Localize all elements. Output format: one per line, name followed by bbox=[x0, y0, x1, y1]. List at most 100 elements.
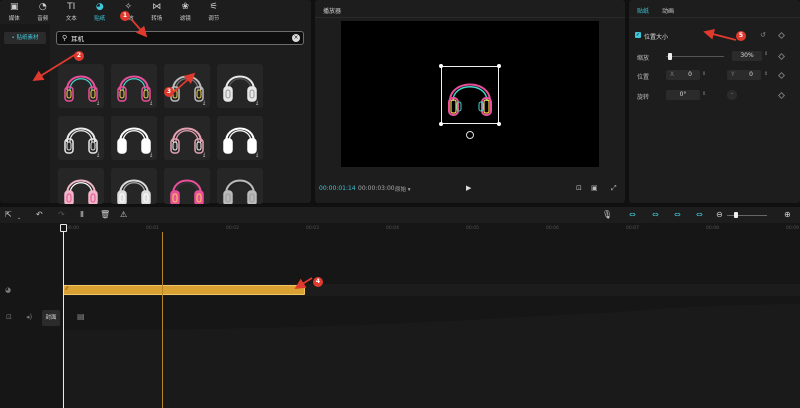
freeze-icon[interactable]: ⚠ bbox=[120, 210, 127, 220]
reset-icon[interactable]: ↺ bbox=[760, 31, 766, 39]
zoom-in-icon[interactable]: ⊕ bbox=[784, 210, 791, 220]
redo-icon[interactable]: ↷ bbox=[58, 210, 65, 220]
ratio-dropdown[interactable]: 原始 ▾ bbox=[395, 185, 411, 193]
download-icon[interactable]: ⤓ bbox=[150, 101, 155, 106]
select-tool-dropdown-icon[interactable]: ⌄ bbox=[17, 213, 21, 223]
sticker-item[interactable]: ⤓ bbox=[58, 64, 104, 108]
resize-handle-br[interactable] bbox=[497, 122, 501, 126]
annotation-badge-5: 5 bbox=[736, 31, 746, 41]
rotate-handle-icon[interactable] bbox=[466, 131, 474, 139]
sticker-item[interactable]: ⤓ bbox=[164, 116, 210, 160]
sticker-item[interactable]: ⤓ bbox=[111, 64, 157, 108]
microphone-icon[interactable]: 🎙 bbox=[602, 210, 612, 220]
zoom-slider-handle[interactable] bbox=[734, 212, 738, 218]
position-y-input[interactable]: Y 0 bbox=[727, 70, 761, 80]
position-x-input[interactable]: X 0 bbox=[666, 70, 700, 80]
sticker-item[interactable] bbox=[217, 168, 263, 204]
download-icon[interactable]: ⤓ bbox=[97, 153, 102, 158]
ruler-tick: 00:02 bbox=[226, 226, 239, 231]
scale-slider-track[interactable] bbox=[666, 56, 724, 57]
ruler-tick: 00:09 bbox=[786, 226, 799, 231]
tab-adjust[interactable]: ⚟ 调节 bbox=[200, 0, 229, 24]
checkbox-position-size[interactable]: ✓ bbox=[635, 32, 641, 38]
sticker-item[interactable]: ⤓ bbox=[58, 116, 104, 160]
sticker-item[interactable]: ⤓ bbox=[164, 64, 210, 108]
rotation-label: 旋转 bbox=[637, 94, 650, 101]
annotation-badge-1: 1 bbox=[120, 11, 130, 21]
timeline-toolbar: ⇱ ⌄ ↶ ↷ Ⅱ 🗑 ⚠ 🎙 ⇔ ⇔ ⇔ ⇔ ⊖ ⊕ bbox=[0, 207, 800, 223]
undo-icon[interactable]: ↶ bbox=[36, 210, 43, 220]
rotation-dial-icon[interactable]: · bbox=[727, 90, 737, 100]
sticker-item[interactable] bbox=[164, 168, 210, 204]
position-y-stepper-icon[interactable]: ⇕ bbox=[764, 71, 768, 77]
sticker-item[interactable] bbox=[58, 168, 104, 204]
ratio-icon[interactable]: ▣ bbox=[591, 184, 598, 192]
select-tool-icon[interactable]: ⇱ bbox=[5, 210, 12, 220]
clip-handle-icon[interactable]: ⁄⁄ bbox=[66, 286, 68, 292]
sticker-item[interactable]: ⤓ bbox=[217, 64, 263, 108]
sticker-item[interactable] bbox=[111, 168, 157, 204]
properties-panel: 贴纸 动画 bbox=[629, 0, 800, 203]
tab-sticker-props[interactable]: 贴纸 bbox=[637, 6, 649, 15]
zoom-slider-track[interactable] bbox=[727, 215, 767, 216]
download-icon[interactable]: ⤓ bbox=[203, 153, 208, 158]
sticker-track-icon: ◕ bbox=[5, 286, 12, 294]
scale-slider-handle[interactable] bbox=[667, 53, 672, 60]
tab-animation[interactable]: 动画 bbox=[662, 6, 674, 15]
link-main-track-icon[interactable]: ⇔ bbox=[629, 210, 636, 220]
tab-audio[interactable]: ◔ 音频 bbox=[29, 0, 58, 24]
download-icon[interactable]: ⤓ bbox=[203, 101, 208, 106]
tab-filter[interactable]: ❀ 滤镜 bbox=[171, 0, 200, 24]
sticker-item[interactable]: ⤓ bbox=[111, 116, 157, 160]
play-icon[interactable]: ▶ bbox=[466, 184, 471, 192]
preview-axis-icon[interactable]: ⇔ bbox=[696, 210, 703, 220]
playhead-handle[interactable] bbox=[60, 224, 67, 232]
scale-stepper-icon[interactable]: ⇕ bbox=[764, 51, 768, 57]
split-icon[interactable]: Ⅱ bbox=[80, 210, 84, 220]
rotation-stepper-icon[interactable]: ⇕ bbox=[702, 91, 706, 97]
download-icon[interactable]: ⤓ bbox=[150, 153, 155, 158]
text-icon: TI bbox=[67, 2, 76, 12]
tab-text[interactable]: TI 文本 bbox=[57, 0, 86, 24]
sticker-selection-box[interactable] bbox=[439, 64, 501, 126]
player-divider bbox=[315, 17, 625, 18]
resize-handle-tr[interactable] bbox=[497, 64, 501, 68]
clear-search-icon[interactable]: × bbox=[292, 34, 300, 42]
resize-handle-bl[interactable] bbox=[439, 122, 443, 126]
download-icon[interactable]: ⤓ bbox=[256, 153, 261, 158]
search-input[interactable] bbox=[71, 33, 281, 43]
download-icon[interactable]: ⤓ bbox=[256, 101, 261, 106]
track-audio-icon[interactable]: ◂) bbox=[26, 313, 32, 321]
position-x-stepper-icon[interactable]: ⇕ bbox=[702, 71, 706, 77]
sticker-item[interactable]: ⤓ bbox=[217, 116, 263, 160]
player-title: 播放器 bbox=[323, 8, 342, 15]
media-icon: ▣ bbox=[9, 2, 19, 12]
main-track-area[interactable] bbox=[62, 300, 800, 408]
resize-handle-tl[interactable] bbox=[439, 64, 443, 68]
tab-transition[interactable]: ⋈ 转场 bbox=[143, 0, 172, 24]
tab-media[interactable]: ▣ 媒体 bbox=[0, 0, 29, 24]
snap-icon[interactable]: ⇔ bbox=[652, 210, 659, 220]
section-title: 位置大小 bbox=[644, 34, 669, 41]
rotation-input[interactable]: 0° bbox=[666, 90, 700, 100]
sticker-icon: ◕ bbox=[95, 2, 104, 12]
tab-sticker[interactable]: ◕ 贴纸 bbox=[86, 0, 115, 24]
audio-icon: ◔ bbox=[38, 2, 47, 12]
fullscreen-icon[interactable]: ⤢ bbox=[611, 184, 617, 193]
sticker-clip[interactable]: ⁄⁄ bbox=[63, 285, 305, 295]
delete-icon[interactable]: 🗑 bbox=[100, 210, 110, 220]
chart-view-icon[interactable]: ⊡ bbox=[576, 184, 582, 192]
scale-input[interactable]: 30% bbox=[732, 51, 762, 61]
zoom-out-icon[interactable]: ⊖ bbox=[716, 210, 723, 220]
download-icon[interactable]: ⤓ bbox=[97, 101, 102, 106]
cover-button[interactable]: 封面 bbox=[42, 310, 60, 326]
sidebar-item-sticker-material[interactable]: • 贴纸素材 bbox=[4, 32, 46, 44]
headphone-icon bbox=[223, 179, 257, 204]
sticker-search[interactable]: ⚲ × bbox=[56, 31, 304, 45]
track-lock-icon[interactable]: ⊡ bbox=[6, 313, 12, 321]
filter-icon: ❀ bbox=[181, 2, 190, 12]
link-icon[interactable]: ⇔ bbox=[674, 210, 681, 220]
position-y-label: Y bbox=[731, 71, 735, 78]
playhead[interactable] bbox=[63, 224, 64, 408]
ruler-tick: 00:08 bbox=[706, 226, 719, 231]
